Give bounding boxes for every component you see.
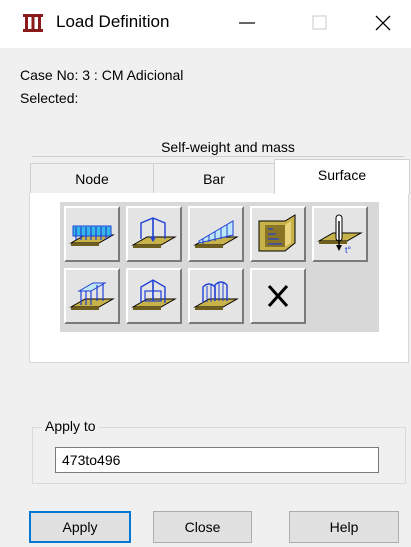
hydrostatic-pressure-icon [258,214,296,252]
hydrostatic-pressure-button[interactable] [250,206,306,262]
uniform-surface-load-button[interactable] [64,206,120,262]
load-definition-icon [23,14,43,32]
apply-button[interactable]: Apply [29,511,131,543]
uniform-surface-load-icon [69,225,115,246]
selected-label: Selected: [20,90,79,106]
apply-to-input[interactable] [55,447,379,473]
thermal-load-button[interactable]: t° [312,206,368,262]
tab-bar[interactable]: Bar [153,163,275,194]
point-load-on-contour-icon [131,279,177,310]
thermal-load-icon: t° [317,214,363,255]
delete-load-button[interactable] [250,268,306,324]
apply-to-label: Apply to [42,418,99,434]
maximize-button[interactable] [297,0,343,46]
point-load-on-surface-icon [131,217,177,248]
close-button[interactable]: Close [153,511,252,543]
minimize-icon [239,22,255,24]
linear-load-on-contour-icon [193,281,239,310]
linear-load-on-contour-button[interactable] [188,268,244,324]
point-load-on-contour-button[interactable] [126,268,182,324]
tab-surface[interactable]: Surface [274,159,410,194]
delete-load-icon [267,284,289,308]
planar-load-on-contour-icon [69,282,115,310]
linear-load-on-edges-icon [193,220,239,248]
load-tool-grid: t° [60,202,379,332]
window-title: Load Definition [56,12,170,31]
planar-load-on-contour-button[interactable] [64,268,120,324]
linear-load-on-edges-button[interactable] [188,206,244,262]
group-label: Self-weight and mass [161,139,295,155]
help-button[interactable]: Help [289,511,399,543]
minimize-button[interactable] [224,0,270,46]
maximize-icon [312,15,327,30]
close-window-button[interactable] [360,0,406,46]
point-load-on-surface-button[interactable] [126,206,182,262]
close-icon [375,15,391,31]
svg-text:t°: t° [345,245,352,255]
group-separator [32,156,404,157]
tab-node[interactable]: Node [30,163,154,194]
case-number-label: Case No: 3 : CM Adicional [20,67,184,83]
title-bar[interactable]: Load Definition [0,0,411,48]
